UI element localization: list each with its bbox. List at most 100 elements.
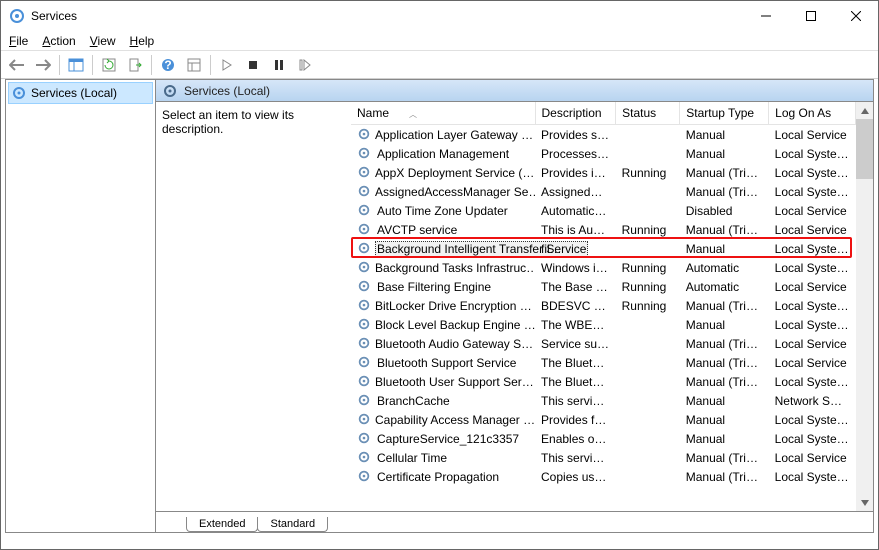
close-button[interactable] [833,1,878,31]
titlebar: Services [1,1,878,31]
cell-logon: Local Service [769,448,856,467]
tab-standard[interactable]: Standard [257,517,328,532]
cell-status [616,182,680,201]
cell-name: Auto Time Zone Updater [351,201,535,220]
cell-description: The WBENG… [535,315,616,334]
gear-icon [357,412,371,428]
cell-name: Certificate Propagation [351,467,535,486]
cell-status [616,372,680,391]
scroll-thumb[interactable] [856,119,873,179]
tabs: Extended Standard [156,512,873,532]
minimize-button[interactable] [743,1,788,31]
cell-status [616,410,680,429]
service-row[interactable]: Background Intelligent Transfer Servicef… [351,239,856,258]
maximize-button[interactable] [788,1,833,31]
tab-extended[interactable]: Extended [186,517,258,532]
description-placeholder: Select an item to view its description. [162,108,294,136]
menu-help[interactable]: Help [130,34,155,48]
cell-startup: Manual (Trig… [680,296,769,315]
cell-name: BranchCache [351,391,535,410]
service-row[interactable]: Certificate PropagationCopies user …Manu… [351,467,856,486]
service-row[interactable]: CaptureService_121c3357Enables opti…Manu… [351,429,856,448]
gear-icon [357,431,373,447]
cell-status [616,391,680,410]
services-list: Name︿ Description Status Startup Type Lo… [351,102,873,511]
menu-action[interactable]: Action [42,34,75,48]
service-row[interactable]: Cellular TimeThis service …Manual (Trig…… [351,448,856,467]
col-startup[interactable]: Startup Type [680,102,769,125]
vertical-scrollbar[interactable] [856,102,873,511]
cell-status [616,334,680,353]
cell-startup: Disabled [680,201,769,220]
gear-icon [357,336,371,352]
cell-name: Bluetooth Audio Gateway S… [351,334,535,353]
service-row[interactable]: AppX Deployment Service (…Provides inf…R… [351,163,856,182]
gear-icon [357,260,371,276]
back-button[interactable] [5,53,29,77]
cell-name: Cellular Time [351,448,535,467]
cell-description: This service … [535,448,616,467]
cell-status [616,448,680,467]
cell-startup: Manual [680,144,769,163]
gear-icon [357,279,373,295]
cell-name: CaptureService_121c3357 [351,429,535,448]
service-row[interactable]: Bluetooth Support ServiceThe Bluetoo…Man… [351,353,856,372]
service-row[interactable]: BitLocker Drive Encryption …BDESVC hos…R… [351,296,856,315]
col-description[interactable]: Description [535,102,616,125]
service-row[interactable]: Base Filtering EngineThe Base Fil…Runnin… [351,277,856,296]
cell-status [616,467,680,486]
cell-logon: Local Syste… [769,410,856,429]
service-row[interactable]: Bluetooth User Support Ser…The Bluetoo…M… [351,372,856,391]
col-status[interactable]: Status [616,102,680,125]
restart-service-button[interactable] [293,53,317,77]
cell-startup: Manual (Trig… [680,467,769,486]
service-row[interactable]: Block Level Backup Engine …The WBENG…Man… [351,315,856,334]
description-column: Select an item to view its description. [156,102,351,511]
scroll-up-icon[interactable] [856,102,873,119]
show-hide-tree-button[interactable] [64,53,88,77]
cell-description: This is Audi… [535,220,616,239]
cell-description: BDESVC hos… [535,296,616,315]
cell-status: Running [616,258,680,277]
cell-description: The Bluetoo… [535,372,616,391]
service-row[interactable]: AssignedAccessManager Se…AssignedAc…Manu… [351,182,856,201]
cell-logon: Local Service [769,353,856,372]
gear-icon [357,146,373,162]
menu-file[interactable]: File [9,34,28,48]
service-row[interactable]: Auto Time Zone UpdaterAutomatica…Disable… [351,201,856,220]
service-row[interactable]: AVCTP serviceThis is Audi…RunningManual … [351,220,856,239]
cell-description: Provides fac… [535,410,616,429]
cell-status [616,144,680,163]
cell-name: Capability Access Manager … [351,410,535,429]
cell-name: Bluetooth Support Service [351,353,535,372]
service-row[interactable]: Bluetooth Audio Gateway S…Service sup…Ma… [351,334,856,353]
scroll-down-icon[interactable] [856,494,873,511]
pause-service-button[interactable] [267,53,291,77]
gear-icon [357,317,371,333]
forward-button[interactable] [31,53,55,77]
stop-service-button[interactable] [241,53,265,77]
cell-logon: Local Syste… [769,182,856,201]
gear-icon [357,450,373,466]
col-name[interactable]: Name︿ [351,102,535,125]
start-service-button[interactable] [215,53,239,77]
menu-view[interactable]: View [90,34,116,48]
export-button[interactable] [123,53,147,77]
cell-logon: Local Syste… [769,144,856,163]
gear-icon [357,241,371,257]
help-button[interactable]: ? [156,53,180,77]
service-row[interactable]: Background Tasks Infrastruc…Windows in…R… [351,258,856,277]
properties-button[interactable] [182,53,206,77]
refresh-button[interactable] [97,53,121,77]
service-row[interactable]: Application Layer Gateway …Provides su…M… [351,125,856,145]
service-row[interactable]: Application ManagementProcesses in…Manua… [351,144,856,163]
cell-logon: Local Service [769,334,856,353]
service-row[interactable]: Capability Access Manager …Provides fac…… [351,410,856,429]
cell-logon: Local Service [769,220,856,239]
cell-status [616,125,680,145]
cell-logon: Local Syste… [769,372,856,391]
tree-item-services-local[interactable]: Services (Local) [8,82,153,104]
cell-description: The Bluetoo… [535,353,616,372]
service-row[interactable]: BranchCacheThis service …ManualNetwork S… [351,391,856,410]
col-logon[interactable]: Log On As [769,102,856,125]
